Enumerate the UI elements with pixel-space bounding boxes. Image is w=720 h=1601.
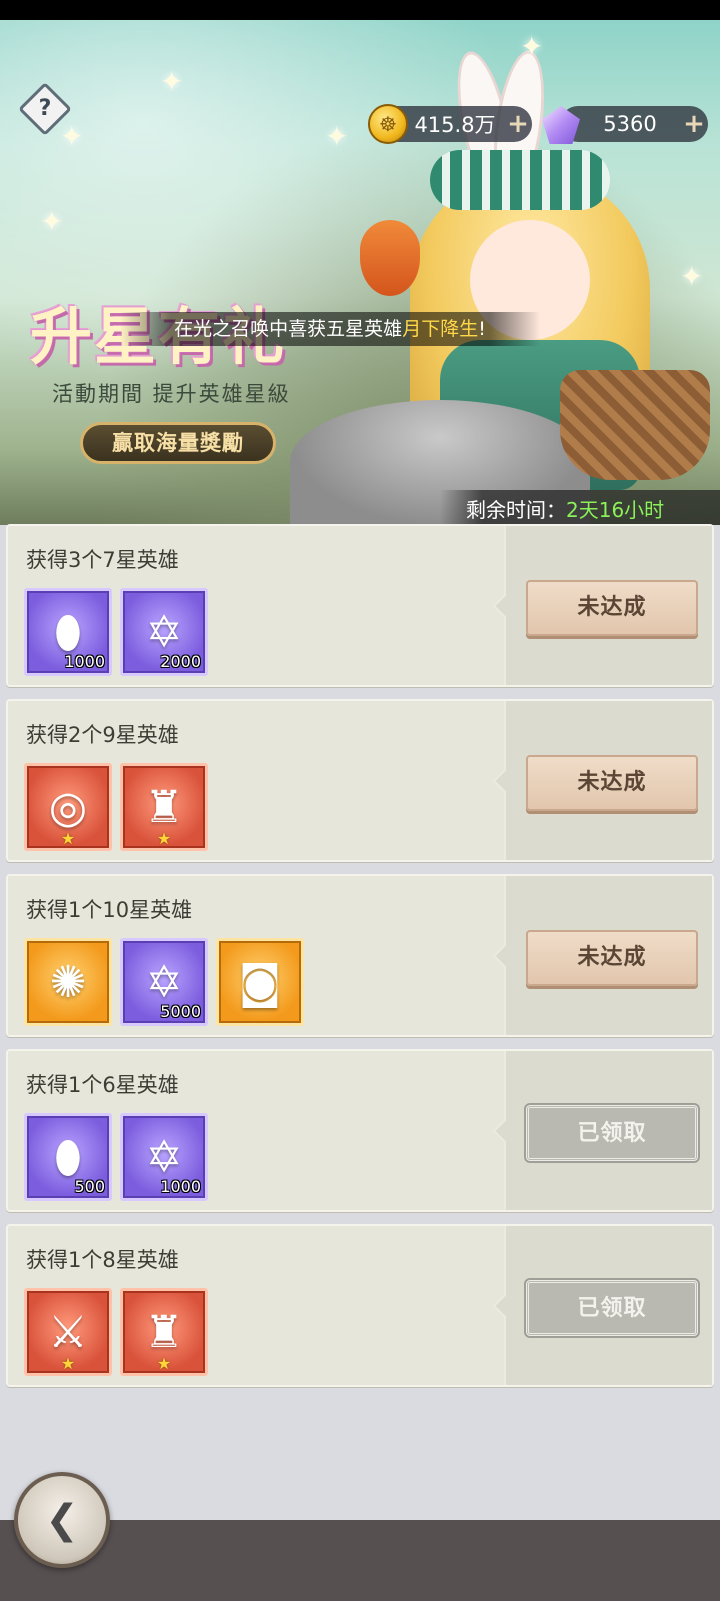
basket-image <box>560 370 710 480</box>
reward-item[interactable]: ⚔ ★ <box>24 1288 112 1376</box>
reward-item[interactable]: ⬮ 1000 <box>24 588 112 676</box>
item-quantity: 500 <box>74 1177 105 1196</box>
task-title: 获得1个6星英雄 <box>26 1073 179 1097</box>
character-bow <box>430 150 610 210</box>
item-quantity: 1000 <box>64 652 105 671</box>
marquee-text: 在光之召唤中喜获五星英雄 <box>174 318 403 340</box>
task-title: 获得3个7星英雄 <box>26 548 179 572</box>
status-button: 已领取 <box>524 1278 700 1338</box>
frame-icon: ◙ <box>238 956 282 1008</box>
sparkle-icon: ✦ <box>325 120 349 153</box>
vortex-emblem-icon: ✺ <box>49 956 87 1008</box>
event-subtitle: 活動期間 提升英雄星級 <box>52 382 291 406</box>
sparkle-icon: ✦ <box>40 205 64 238</box>
reward-item[interactable]: ✡ 5000 <box>120 938 208 1026</box>
reward-item[interactable]: ⬮ 500 <box>24 1113 112 1201</box>
status-bar <box>0 0 720 20</box>
add-gold-button[interactable]: + <box>504 109 532 139</box>
timer-label: 剩余时间： <box>466 498 566 522</box>
gem-counter: 5360 + <box>560 106 708 142</box>
status-button[interactable]: 未达成 <box>526 930 698 986</box>
status-button[interactable]: 未达成 <box>526 580 698 636</box>
reward-item[interactable]: ◎ ★ <box>24 763 112 851</box>
sparkle-icon: ✦ <box>520 30 544 63</box>
task-title: 获得2个9星英雄 <box>26 723 179 747</box>
reward-item[interactable]: ✡ 1000 <box>120 1113 208 1201</box>
star-icon: ★ <box>156 1354 172 1373</box>
back-button[interactable]: ❮ <box>14 1472 110 1568</box>
carrot-image <box>360 220 420 296</box>
marquee-hero-name: 月下降生 <box>402 318 479 340</box>
add-gem-button[interactable]: + <box>680 109 708 139</box>
gem-amount: 5360 <box>603 112 657 136</box>
gold-amount: 415.8万 <box>414 113 496 137</box>
event-reward-banner-button: 贏取海量獎勵 <box>80 422 276 464</box>
reward-item[interactable]: ✡ 2000 <box>120 588 208 676</box>
timer-value: 2天16小时 <box>566 498 665 522</box>
event-banner: ✦ ✦ ✦ ✦ ✦ ✦ ? 415.8万 + ☸ 5360 + 升星有礼 在光之… <box>0 20 720 525</box>
marquee-suffix: ! <box>478 318 486 340</box>
sparkle-icon: ✦ <box>60 120 84 153</box>
item-quantity: 5000 <box>160 1002 201 1021</box>
task-row: 获得1个8星英雄 ⚔ ★ ♜ ★ 已领取 <box>6 1224 714 1387</box>
task-row: 获得2个9星英雄 ◎ ★ ♜ ★ 未达成 <box>6 699 714 862</box>
task-title: 获得1个8星英雄 <box>26 1248 179 1272</box>
reward-item[interactable]: ◙ <box>216 938 304 1026</box>
help-icon: ? <box>38 96 52 121</box>
announcement-marquee: 在光之召唤中喜获五星英雄月下降生! <box>120 312 540 346</box>
task-title: 获得1个10星英雄 <box>26 898 193 922</box>
task-list: 获得3个7星英雄 ⬮ 1000 ✡ 2000 未达成 获得2个9星英雄 ◎ ★ … <box>6 524 714 1399</box>
status-button[interactable]: 未达成 <box>526 755 698 811</box>
status-button: 已领取 <box>524 1103 700 1163</box>
remaining-time: 剩余时间：2天16小时 <box>440 490 720 525</box>
reward-item[interactable]: ♜ ★ <box>120 763 208 851</box>
reward-items: ⬮ 1000 ✡ 2000 <box>24 588 208 676</box>
reward-item[interactable]: ✺ <box>24 938 112 1026</box>
sparkle-icon: ✦ <box>160 65 184 98</box>
star-icon: ★ <box>60 829 76 848</box>
reward-items: ◎ ★ ♜ ★ <box>24 763 208 851</box>
star-icon: ★ <box>156 829 172 848</box>
reward-items: ⚔ ★ ♜ ★ <box>24 1288 208 1376</box>
task-row: 获得3个7星英雄 ⬮ 1000 ✡ 2000 未达成 <box>6 524 714 687</box>
sparkle-icon: ✦ <box>680 260 704 293</box>
reward-items: ✺ ✡ 5000 ◙ <box>24 938 304 1026</box>
back-arrow-icon: ❮ <box>45 1497 79 1543</box>
item-quantity: 1000 <box>160 1177 201 1196</box>
reward-items: ⬮ 500 ✡ 1000 <box>24 1113 208 1201</box>
reward-item[interactable]: ♜ ★ <box>120 1288 208 1376</box>
task-row: 获得1个10星英雄 ✺ ✡ 5000 ◙ 未达成 <box>6 874 714 1037</box>
gold-coin-icon: ☸ <box>368 104 408 144</box>
star-icon: ★ <box>60 1354 76 1373</box>
item-quantity: 2000 <box>160 652 201 671</box>
task-row: 获得1个6星英雄 ⬮ 500 ✡ 1000 已领取 <box>6 1049 714 1212</box>
